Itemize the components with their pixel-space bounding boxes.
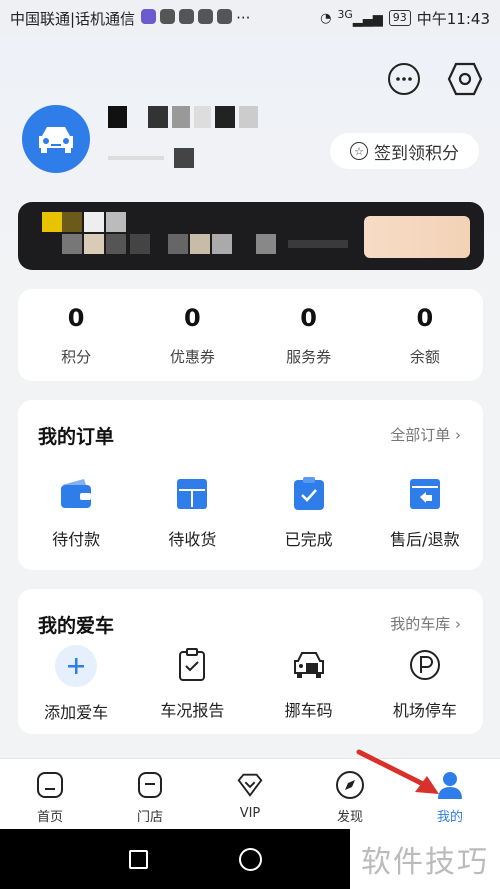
wifi-icon: ◔ [320, 10, 332, 26]
plus-icon [55, 645, 98, 687]
car-item-label: 挪车码 [284, 701, 333, 720]
tab-label: VIP [239, 806, 261, 821]
tab-label: 门店 [136, 810, 163, 825]
tab-store[interactable]: 门店 [100, 759, 200, 829]
app-notification-icon [141, 9, 157, 24]
cars-title: 我的爱车 [38, 615, 115, 637]
status-bar: 中国联通|话机通信 ··· ◔ 3G▂▄▆ 93 中午11:43 [0, 0, 500, 36]
message-button[interactable] [388, 63, 420, 95]
settings-icon [447, 62, 483, 96]
network-type: 3G [337, 8, 353, 22]
member-card[interactable] [18, 202, 484, 270]
report-icon [172, 645, 212, 685]
order-pending-payment[interactable]: 待付款 [18, 474, 134, 550]
stats-panel: 0 积分 0 优惠券 0 服务券 0 余额 [18, 289, 483, 381]
tab-home[interactable]: 首页 [0, 759, 100, 829]
message-icon [396, 77, 412, 81]
cars-grid: 添加爱车 车况报告 挪车码 机场停车 [18, 645, 483, 723]
chevron-right-icon: › [455, 615, 461, 633]
member-card-badge [364, 216, 470, 258]
garage-label: 我的车库 [390, 615, 451, 633]
stat-value: 0 [416, 303, 434, 332]
stat-value: 0 [67, 303, 85, 332]
user-subtitle-blurred [108, 146, 198, 170]
stat-points[interactable]: 0 积分 [18, 289, 134, 381]
annotation-arrow-icon [356, 749, 439, 794]
chat-icon [179, 9, 195, 24]
recent-apps-icon[interactable] [129, 850, 148, 869]
airport-parking[interactable]: 机场停车 [367, 645, 483, 723]
more-notifications-icon: ··· [236, 9, 251, 27]
tab-vip[interactable]: VIP [200, 759, 300, 829]
garage-link[interactable]: 我的车库 › [390, 613, 461, 634]
avatar[interactable] [22, 105, 90, 173]
orders-grid: 待付款 待收货 已完成 售后/退款 [18, 474, 483, 550]
orders-panel: 我的订单 全部订单 › 待付款 待收货 已完成 售后/退款 [18, 400, 483, 570]
add-car[interactable]: 添加爱车 [18, 645, 134, 723]
wallet-icon [56, 474, 96, 514]
tab-label: 发现 [336, 810, 363, 825]
stat-service-vouchers[interactable]: 0 服务券 [251, 289, 367, 381]
phone-icon [198, 9, 214, 24]
car-item-label: 车况报告 [160, 701, 225, 720]
battery-icon: 93 [388, 10, 411, 26]
stat-label: 余额 [409, 347, 440, 366]
stat-label: 优惠券 [169, 347, 215, 366]
tab-label: 首页 [36, 810, 63, 825]
signin-label: 签到领积分 [374, 143, 459, 164]
package-icon [172, 474, 212, 514]
order-item-label: 待收货 [168, 530, 217, 549]
return-icon [405, 474, 445, 514]
star-icon: ☆ [350, 142, 368, 160]
parking-icon [405, 645, 445, 685]
move-car-icon [289, 645, 329, 685]
vip-icon [235, 770, 265, 800]
stat-value: 0 [184, 303, 201, 332]
notification-icons: ··· [141, 9, 250, 27]
home-button-icon[interactable] [239, 848, 262, 871]
home-icon [35, 770, 65, 800]
watermark: 软件技巧 [350, 829, 500, 889]
all-orders-label: 全部订单 [390, 426, 451, 444]
check-clipboard-icon [289, 474, 329, 514]
clock: 中午11:43 [416, 9, 490, 28]
orders-title: 我的订单 [38, 426, 115, 448]
order-item-label: 售后/退款 [390, 530, 460, 549]
store-icon [135, 770, 165, 800]
wechat-icon [160, 9, 176, 24]
username-blurred [108, 106, 258, 130]
order-after-sales[interactable]: 售后/退款 [367, 474, 483, 550]
car-item-label: 添加爱车 [44, 703, 109, 722]
stat-coupons[interactable]: 0 优惠券 [134, 289, 250, 381]
tab-label: 我的 [436, 810, 463, 825]
stat-label: 积分 [61, 347, 92, 366]
chevron-right-icon: › [455, 426, 461, 444]
order-item-label: 待付款 [52, 530, 101, 549]
car-report[interactable]: 车况报告 [134, 645, 250, 723]
carrier-text: 中国联通|话机通信 [10, 9, 136, 28]
signin-points-button[interactable]: ☆ 签到领积分 [330, 133, 479, 169]
order-item-label: 已完成 [284, 530, 333, 549]
mail-icon [217, 9, 233, 24]
move-car-code[interactable]: 挪车码 [251, 645, 367, 723]
car-item-label: 机场停车 [392, 701, 457, 720]
settings-button[interactable] [447, 62, 483, 100]
all-orders-link[interactable]: 全部订单 › [390, 424, 461, 445]
order-pending-receipt[interactable]: 待收货 [134, 474, 250, 550]
order-completed[interactable]: 已完成 [251, 474, 367, 550]
stat-balance[interactable]: 0 余额 [367, 289, 483, 381]
signal-icon: 3G▂▄▆ [337, 8, 383, 28]
stat-value: 0 [300, 303, 317, 332]
car-avatar-icon [39, 127, 73, 153]
stat-label: 服务券 [286, 347, 332, 366]
cars-panel: 我的爱车 我的车库 › 添加爱车 车况报告 挪车码 机场停车 [18, 589, 483, 734]
